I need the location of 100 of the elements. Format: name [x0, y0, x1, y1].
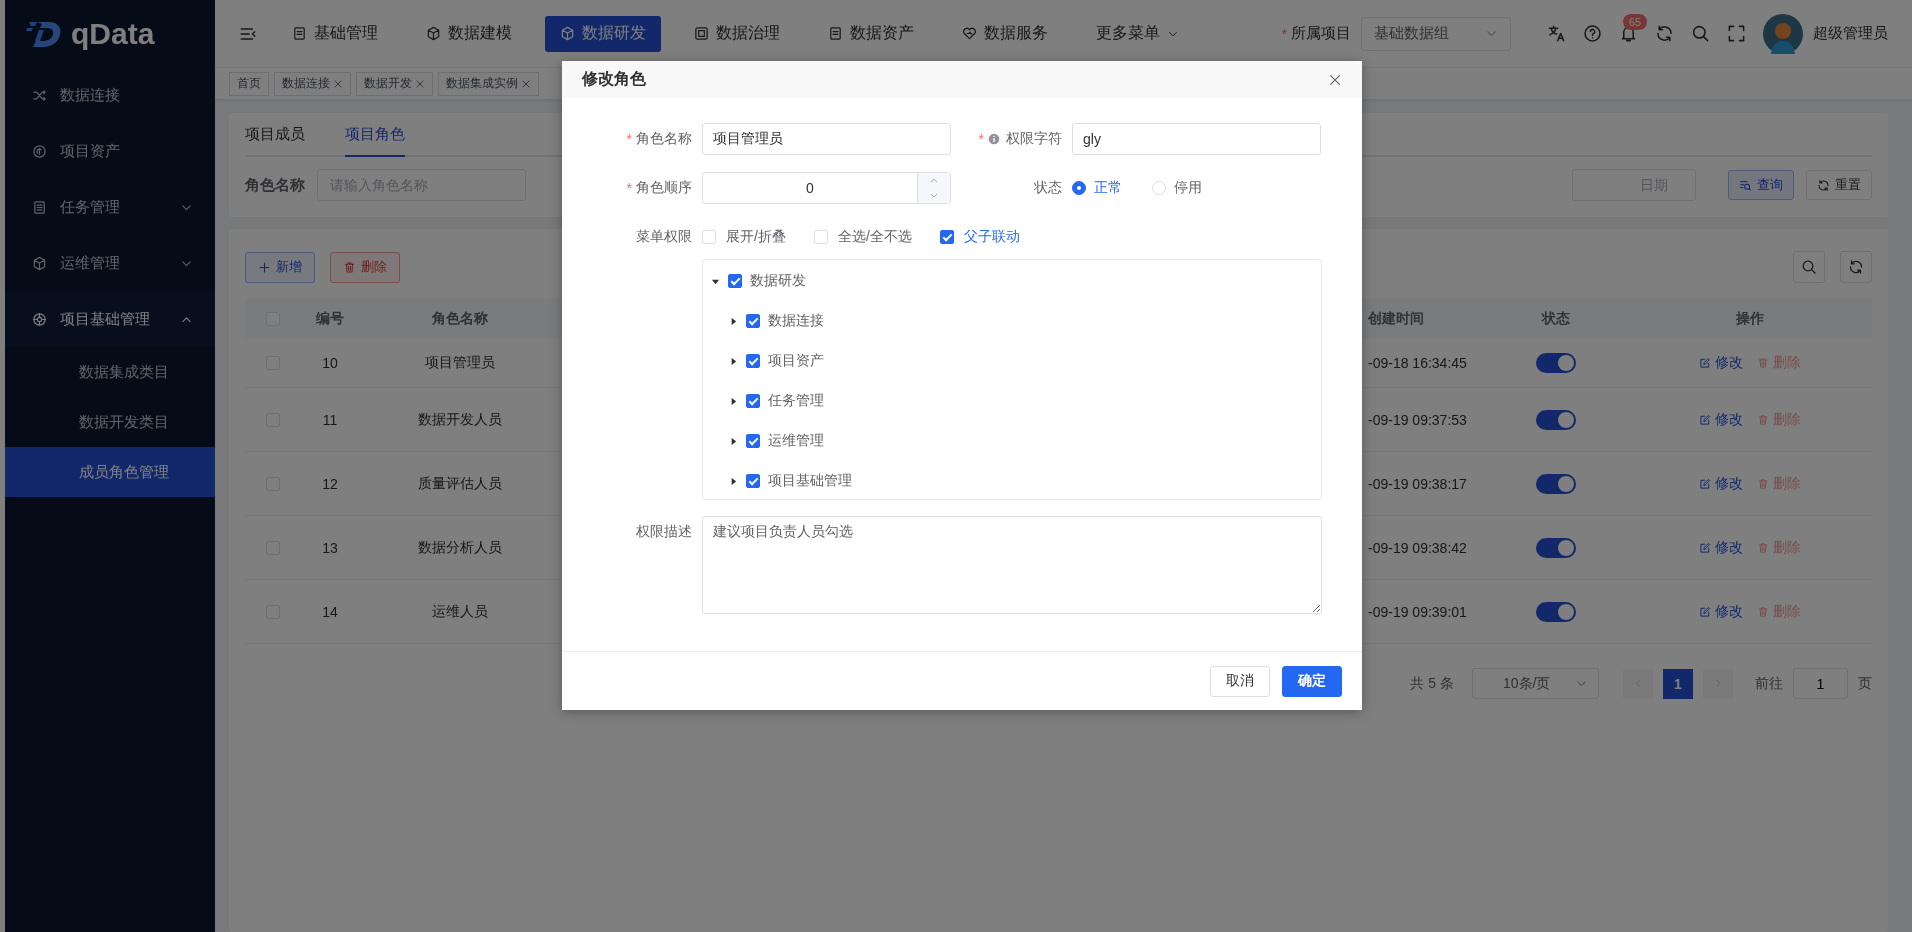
refresh-button[interactable]: [1840, 251, 1872, 283]
caret-right-icon[interactable]: [729, 436, 738, 446]
tree-node-label[interactable]: 任务管理: [768, 392, 824, 410]
column-header: 创建时间: [1368, 310, 1424, 328]
close-icon[interactable]: [1328, 72, 1342, 87]
refresh-icon: [1817, 178, 1830, 192]
checkbox[interactable]: [746, 474, 760, 488]
page-tag[interactable]: 数据连接: [274, 71, 351, 96]
project-select[interactable]: 基础数据组: [1361, 16, 1511, 51]
logo-text: qData: [71, 16, 155, 51]
nav-tab[interactable]: 数据建模: [411, 15, 527, 52]
query-button[interactable]: 查询: [1728, 170, 1794, 200]
chip-icon: [694, 26, 709, 41]
radio-label[interactable]: 停用: [1174, 179, 1202, 197]
close-icon[interactable]: [415, 78, 425, 89]
edit-link[interactable]: 修改: [1715, 602, 1743, 621]
table-cell: 运维人员: [432, 602, 488, 621]
user-name[interactable]: 超级管理员: [1813, 24, 1888, 43]
close-icon[interactable]: [333, 78, 343, 89]
help-icon[interactable]: [1583, 24, 1602, 43]
delete-button[interactable]: 删除: [330, 251, 400, 283]
toggle-switch[interactable]: [1536, 409, 1576, 430]
lifebuoy-icon: [32, 311, 47, 327]
number-input[interactable]: 0: [702, 172, 951, 204]
tree-node-label[interactable]: 项目基础管理: [768, 472, 852, 490]
checkbox[interactable]: [746, 354, 760, 368]
checkbox-label[interactable]: 展开/折叠: [726, 228, 786, 246]
table-cell: -09-19 09:37:53: [1368, 411, 1467, 428]
checkbox-label[interactable]: 全选/全不选: [837, 228, 912, 246]
page-input[interactable]: 1: [1793, 668, 1848, 699]
page-tag[interactable]: 数据集成实例: [438, 71, 539, 96]
toggle-switch[interactable]: [1536, 601, 1576, 622]
nav-tab[interactable]: 基础管理: [277, 15, 393, 52]
radio-label[interactable]: 正常: [1094, 179, 1122, 197]
close-icon[interactable]: [521, 78, 531, 89]
tab[interactable]: 项目角色: [345, 113, 405, 157]
search-button[interactable]: [1793, 251, 1825, 283]
edit-link[interactable]: 修改: [1715, 410, 1743, 429]
caret-right-icon[interactable]: [729, 476, 738, 486]
translate-icon[interactable]: [1547, 24, 1566, 43]
nav-tab[interactable]: 数据资产: [813, 15, 929, 52]
toggle-switch[interactable]: [1536, 537, 1576, 558]
nav-tab[interactable]: 数据治理: [679, 15, 795, 52]
nav-tab[interactable]: 数据研发: [545, 15, 661, 52]
page-tag[interactable]: 首页: [229, 71, 269, 96]
sidebar-subitem[interactable]: 数据集成类目: [5, 347, 215, 397]
page-size-select[interactable]: 10条/页: [1472, 668, 1599, 699]
nav-tab[interactable]: 数据服务: [947, 15, 1063, 52]
edit-link[interactable]: 修改: [1715, 474, 1743, 493]
edit-icon: [1699, 477, 1711, 490]
tree-node-label[interactable]: 项目资产: [768, 352, 824, 370]
role-name-input[interactable]: 项目管理员: [702, 123, 951, 155]
caret-right-icon[interactable]: [729, 396, 738, 406]
sidebar-item-label: 项目基础管理: [60, 309, 151, 329]
checkbox[interactable]: [746, 434, 760, 448]
page-number[interactable]: 1: [1663, 668, 1693, 699]
search-icon[interactable]: [1691, 24, 1710, 43]
tab[interactable]: 项目成员: [245, 113, 305, 155]
checkbox[interactable]: [746, 314, 760, 328]
shuffle-icon: [32, 87, 47, 103]
table-cell: -09-18 16:34:45: [1368, 355, 1467, 371]
tree-node-label[interactable]: 数据连接: [768, 312, 824, 330]
column-header: 角色名称: [432, 310, 488, 328]
caret-right-icon[interactable]: [729, 316, 738, 326]
avatar[interactable]: [1763, 13, 1803, 54]
radio-button[interactable]: [1072, 181, 1086, 195]
sidebar-item[interactable]: 运维管理: [5, 235, 215, 291]
add-button[interactable]: 新增: [245, 251, 315, 283]
refresh-icon[interactable]: [1655, 24, 1674, 43]
column-header: 状态: [1542, 310, 1570, 328]
edit-icon: [1699, 357, 1711, 369]
cancel-button[interactable]: 取消: [1210, 665, 1270, 697]
edit-link[interactable]: 修改: [1715, 354, 1743, 372]
tree-node-label[interactable]: 数据研发: [750, 272, 806, 290]
toggle-switch[interactable]: [1536, 473, 1576, 494]
more-menu[interactable]: 更多菜单: [1081, 15, 1194, 52]
checkbox[interactable]: [939, 230, 954, 244]
caret-right-icon[interactable]: [729, 356, 738, 366]
checkbox-label[interactable]: 父子联动: [963, 228, 1020, 246]
sidebar-item[interactable]: 任务管理: [5, 179, 215, 235]
goto-label: 前往: [1755, 674, 1783, 693]
sidebar-item[interactable]: 数据连接: [5, 67, 215, 123]
required-mark: *: [626, 131, 632, 147]
sidebar-item-label: 任务管理: [60, 197, 121, 217]
sidebar-item[interactable]: 项目资产: [5, 123, 215, 179]
description-textarea[interactable]: 建议项目负责人员勾选: [702, 516, 1322, 614]
role-key-input[interactable]: gly: [1072, 123, 1321, 155]
fullscreen-icon[interactable]: [1727, 24, 1746, 43]
reset-button[interactable]: 重置: [1806, 170, 1872, 200]
edit-link[interactable]: 修改: [1715, 538, 1743, 557]
toggle-switch[interactable]: [1536, 353, 1576, 373]
trash-icon: [343, 260, 356, 274]
sidebar-subitem[interactable]: 数据开发类目: [5, 397, 215, 447]
page-tag[interactable]: 数据开发: [356, 71, 433, 96]
sidebar-subitem[interactable]: 成员角色管理: [5, 447, 215, 497]
confirm-button[interactable]: 确定: [1282, 665, 1342, 697]
checkbox[interactable]: [746, 394, 760, 408]
table-cell: 质量评估人员: [418, 474, 502, 493]
checkbox[interactable]: [728, 274, 742, 288]
tree-node-label[interactable]: 运维管理: [768, 432, 824, 450]
